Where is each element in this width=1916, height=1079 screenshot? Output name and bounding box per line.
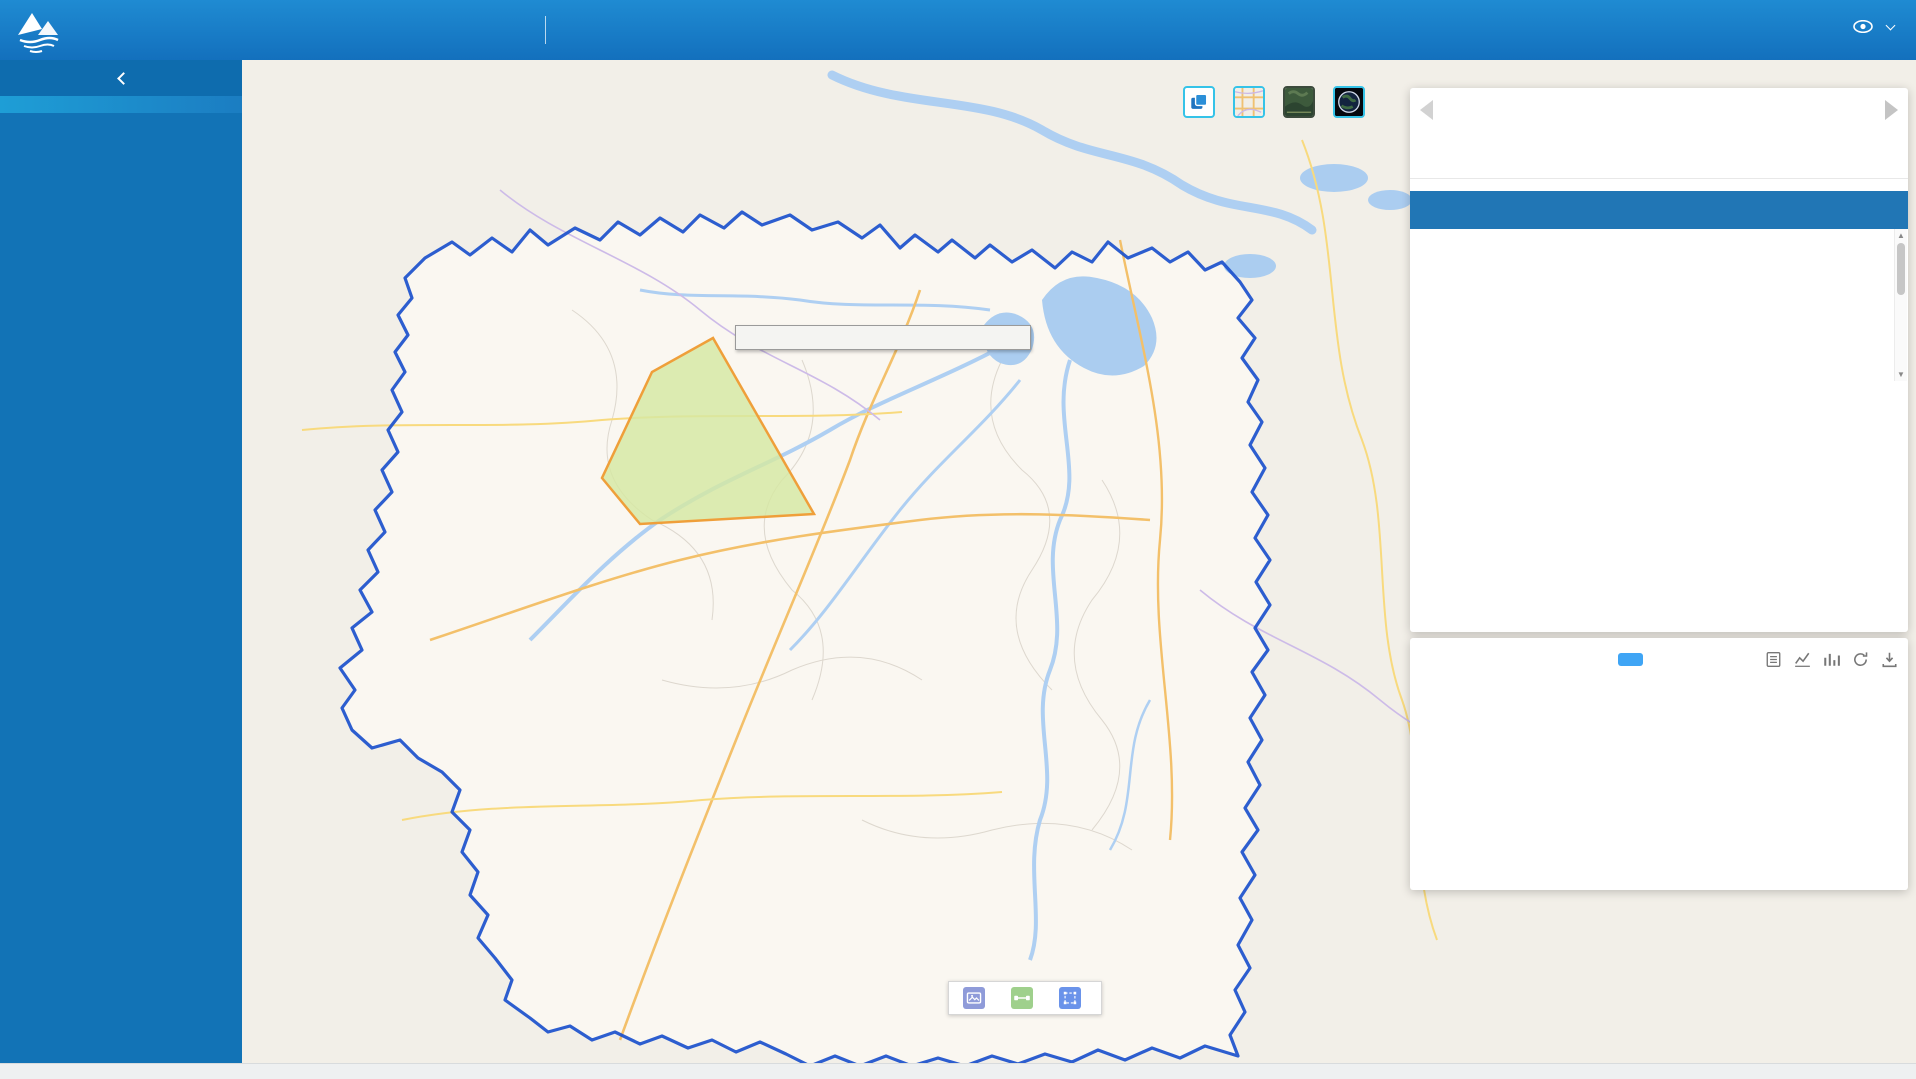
table-body[interactable]: ▲ ▼ xyxy=(1410,229,1908,381)
chevron-down-icon xyxy=(1886,20,1896,30)
area-icon xyxy=(1059,987,1081,1009)
scrollbar-thumb[interactable] xyxy=(1897,243,1905,295)
area-measure-button[interactable] xyxy=(1059,987,1087,1009)
distance-icon xyxy=(1011,987,1033,1009)
app-header xyxy=(0,0,1916,60)
distance-measure-button[interactable] xyxy=(1011,987,1039,1009)
basemap-globe-thumbnail[interactable] xyxy=(1333,86,1365,118)
area-measure-tooltip xyxy=(735,325,1031,350)
sidebar xyxy=(0,60,242,1063)
fullmap-icon xyxy=(963,987,985,1009)
eye-icon xyxy=(1853,20,1873,33)
scroll-up-icon[interactable]: ▲ xyxy=(1895,231,1907,240)
statistics-panel: ▲ ▼ xyxy=(1410,88,1908,632)
table-scrollbar[interactable]: ▲ ▼ xyxy=(1894,229,1907,381)
data-view-icon[interactable] xyxy=(1765,651,1782,668)
year-next-button[interactable] xyxy=(1885,100,1898,120)
survey-chart-card xyxy=(1410,638,1908,890)
level-subtabs xyxy=(1410,164,1908,179)
globe-icon xyxy=(1335,87,1363,117)
user-menu[interactable] xyxy=(1853,20,1894,33)
bottom-strip xyxy=(0,1063,1916,1079)
basemap-satellite-thumbnail[interactable] xyxy=(1283,86,1315,118)
satellite-map-icon xyxy=(1285,87,1313,117)
bar-chart xyxy=(1410,638,1908,890)
street-map-icon xyxy=(1235,87,1263,117)
basemap-switcher xyxy=(1183,86,1365,118)
download-icon[interactable] xyxy=(1881,651,1898,668)
chart-toolbox xyxy=(1765,651,1898,668)
cursor-coordinates xyxy=(250,1022,258,1037)
app-logo-icon xyxy=(12,5,64,55)
bar-chart-icon[interactable] xyxy=(1823,651,1840,668)
layers-icon xyxy=(1187,90,1211,114)
refresh-icon[interactable] xyxy=(1852,651,1869,668)
fullmap-button[interactable] xyxy=(963,987,991,1009)
table-header-row xyxy=(1410,191,1908,229)
chart-legend[interactable] xyxy=(1618,653,1650,666)
header-divider xyxy=(545,16,546,44)
sidebar-gap xyxy=(0,96,242,113)
stat-cards xyxy=(1410,144,1908,156)
year-selector xyxy=(1410,88,1908,132)
region-selects xyxy=(1410,132,1908,134)
chevron-left-icon xyxy=(117,72,130,85)
hazard-table: ▲ ▼ xyxy=(1410,191,1908,381)
line-chart-icon[interactable] xyxy=(1794,651,1811,668)
layers-button[interactable] xyxy=(1183,86,1215,118)
legend-swatch xyxy=(1618,653,1643,666)
basemap-street-thumbnail[interactable] xyxy=(1233,86,1265,118)
scroll-down-icon[interactable]: ▼ xyxy=(1895,370,1907,379)
map-toolbar xyxy=(948,981,1102,1015)
year-prev-button[interactable] xyxy=(1420,100,1433,120)
sidebar-collapse-button[interactable] xyxy=(0,60,242,96)
